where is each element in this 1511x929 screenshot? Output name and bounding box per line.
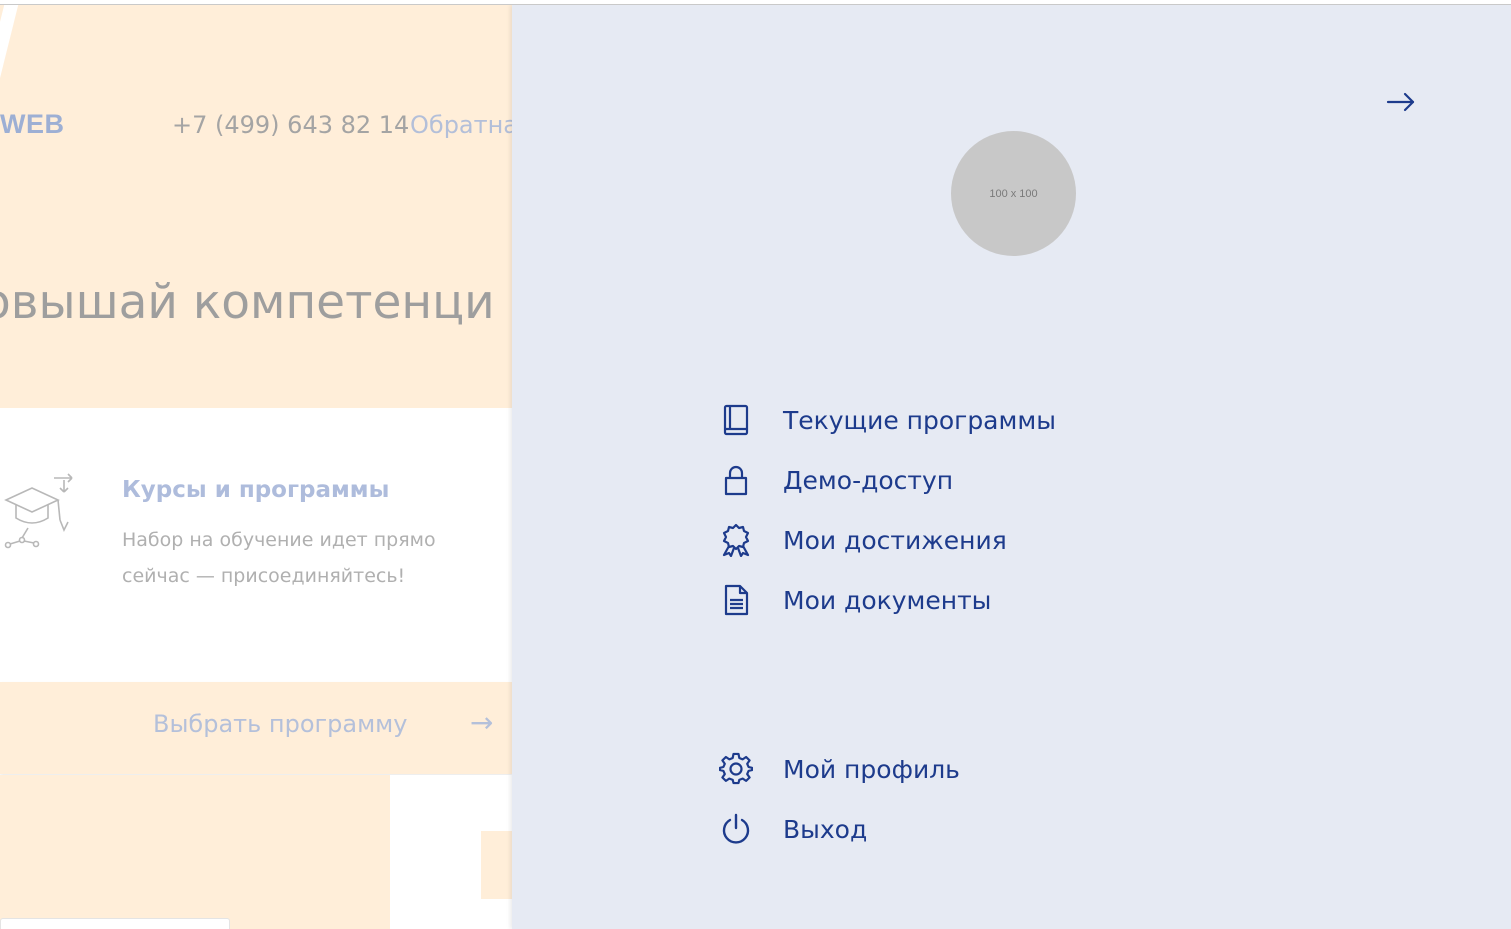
hero-title: овышай компетенци bbox=[0, 275, 495, 330]
bottom-section bbox=[0, 775, 390, 929]
menu-item-demo-access[interactable]: Демо-доступ bbox=[719, 450, 1056, 510]
choose-program-label: Выбрать программу bbox=[153, 710, 408, 738]
profile-side-panel: 100 x 100 Текущие программы Демо-доступ bbox=[512, 5, 1511, 929]
gear-icon bbox=[719, 752, 753, 785]
document-icon bbox=[724, 584, 749, 616]
menu-item-current-programs[interactable]: Текущие программы bbox=[719, 390, 1056, 450]
menu-item-label: Текущие программы bbox=[783, 405, 1056, 435]
menu-item-label: Мой профиль bbox=[783, 754, 960, 784]
menu-item-achievements[interactable]: Мои достижения bbox=[719, 510, 1056, 570]
profile-bottom-menu: Мой профиль Выход bbox=[719, 739, 960, 859]
avatar[interactable]: 100 x 100 bbox=[951, 131, 1076, 256]
avatar-placeholder-text: 100 x 100 bbox=[989, 187, 1038, 200]
menu-item-my-profile[interactable]: Мой профиль bbox=[719, 739, 960, 799]
callback-link[interactable]: Обратна bbox=[410, 111, 512, 139]
bottom-card bbox=[0, 918, 230, 929]
menu-item-logout[interactable]: Выход bbox=[719, 799, 960, 859]
phone-number[interactable]: +7 (499) 643 82 14 bbox=[172, 111, 409, 139]
lock-icon bbox=[724, 465, 748, 496]
choose-program-button[interactable]: Выбрать программу → bbox=[0, 682, 512, 774]
arrow-right-icon[interactable] bbox=[1384, 85, 1418, 119]
menu-item-label: Мои достижения bbox=[783, 525, 1007, 555]
card-title[interactable]: Курсы и программы bbox=[122, 477, 389, 503]
bottom-block bbox=[481, 831, 512, 899]
arrow-right-icon: → bbox=[470, 706, 494, 739]
site-logo[interactable]: WEB bbox=[0, 109, 65, 140]
award-icon bbox=[722, 523, 750, 557]
hero-section: WEB +7 (499) 643 82 14 Обратна овышай ко… bbox=[0, 5, 512, 408]
card-text: Набор на обучение идет прямо сейчас — пр… bbox=[122, 529, 436, 587]
profile-menu: Текущие программы Демо-доступ Мои достиж… bbox=[719, 390, 1056, 630]
hero-decoration bbox=[0, 5, 20, 91]
menu-item-label: Демо-доступ bbox=[783, 465, 954, 495]
background-page: WEB +7 (499) 643 82 14 Обратна овышай ко… bbox=[0, 5, 512, 929]
graduation-cap-icon bbox=[4, 473, 73, 549]
menu-item-label: Выход bbox=[783, 814, 868, 844]
book-icon bbox=[723, 404, 749, 436]
menu-item-label: Мои документы bbox=[783, 585, 992, 615]
page: WEB +7 (499) 643 82 14 Обратна овышай ко… bbox=[0, 0, 1511, 929]
power-icon bbox=[722, 813, 750, 844]
menu-item-documents[interactable]: Мои документы bbox=[719, 570, 1056, 630]
top-border bbox=[0, 0, 1511, 5]
